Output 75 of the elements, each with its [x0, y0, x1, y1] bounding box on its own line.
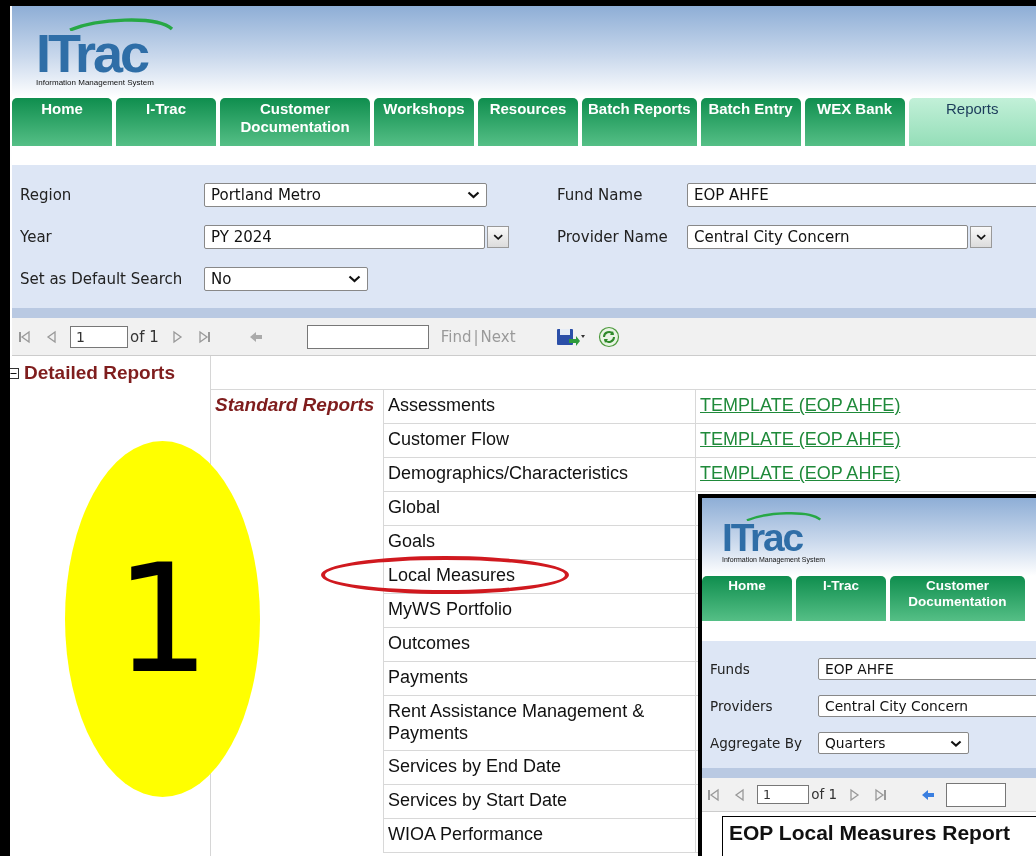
report-name[interactable]: Outcomes — [383, 628, 695, 662]
logo-wordmark: ITrac — [36, 31, 148, 77]
page-count: of 1 — [130, 327, 159, 346]
nav-tab[interactable]: I-Trac — [796, 576, 886, 621]
nav-tab[interactable]: I-Trac — [116, 98, 216, 146]
back-arrow-icon[interactable] — [920, 788, 935, 801]
first-page-icon[interactable] — [707, 787, 722, 802]
last-page-icon[interactable] — [196, 329, 211, 344]
nav-tab[interactable]: Customer Documentation — [220, 98, 370, 146]
combo-field[interactable]: PY 2024 — [204, 225, 485, 249]
report-name[interactable]: Rent Assistance Management & Payments — [383, 696, 695, 752]
report-name[interactable]: WIOA Performance — [383, 819, 695, 854]
report-name[interactable]: Local Measures — [383, 560, 695, 594]
page-count: of 1 — [811, 786, 838, 803]
field-label: Region — [20, 186, 73, 204]
field-label: Fund Name — [557, 186, 644, 204]
chevron-down-icon — [492, 233, 504, 241]
report-name[interactable]: MyWS Portfolio — [383, 594, 695, 628]
save-icon[interactable] — [555, 326, 586, 347]
nav-tab[interactable]: Batch Entry — [700, 98, 801, 146]
dropdown[interactable]: Portland Metro — [204, 183, 487, 207]
nav-tab[interactable]: Reports — [908, 98, 1036, 146]
find-field[interactable] — [306, 324, 429, 349]
report-name[interactable]: Goals — [383, 526, 695, 560]
field-label: Aggregate By — [710, 735, 803, 752]
dropdown[interactable]: No — [204, 267, 368, 291]
report-name[interactable]: Services by End Date — [383, 751, 695, 786]
group-label: Standard Reports — [215, 394, 375, 415]
last-page-icon[interactable] — [872, 787, 887, 802]
dropdown[interactable]: Quarters — [818, 732, 969, 755]
chevron-down-icon — [949, 739, 962, 747]
combo-field[interactable]: Central City Concern — [687, 225, 968, 249]
first-page-icon[interactable] — [18, 329, 32, 344]
field-label: Set as Default Search — [20, 270, 184, 288]
page-number-field[interactable]: 1 — [757, 784, 810, 805]
nav-tab[interactable]: WEX Bank — [804, 98, 905, 146]
nav-tab[interactable]: Home — [12, 98, 112, 146]
report-name[interactable]: Demographics/Characteristics — [383, 458, 695, 492]
step-number-badge: 1 — [65, 441, 260, 797]
logo-wordmark: ITrac — [722, 521, 802, 555]
page-number-field[interactable]: 1 — [70, 325, 128, 348]
refresh-icon[interactable] — [597, 325, 620, 348]
find-field[interactable] — [945, 782, 1006, 807]
nav-tab[interactable]: Batch Reports — [582, 98, 697, 146]
report-name[interactable]: Payments — [383, 662, 695, 696]
nav-tab[interactable]: Customer Documentation — [890, 576, 1025, 621]
collapse-icon[interactable] — [10, 367, 19, 379]
template-link[interactable]: TEMPLATE (EOP AHFE) — [700, 463, 901, 483]
field-label: Year — [20, 228, 53, 246]
text-field[interactable]: EOP AHFE — [687, 183, 1036, 207]
back-arrow-icon[interactable] — [248, 330, 263, 343]
field-label: Provider Name — [557, 228, 669, 246]
nav-tab[interactable]: Resources — [478, 98, 578, 146]
report-name[interactable]: Assessments — [383, 390, 695, 424]
report-title: EOP Local Measures Report — [729, 821, 1010, 844]
text-field[interactable]: Central City Concern — [818, 695, 1036, 718]
swoosh-icon — [66, 17, 176, 32]
report-name[interactable]: Services by Start Date — [383, 785, 695, 820]
dropdown-button[interactable] — [970, 226, 992, 248]
template-link[interactable]: TEMPLATE (EOP AHFE) — [700, 429, 901, 449]
nav-tab[interactable]: Workshops — [374, 98, 474, 146]
dropdown-button[interactable] — [487, 226, 509, 248]
chevron-down-icon — [975, 233, 987, 241]
report-name[interactable]: Global — [383, 492, 695, 526]
separator: | — [473, 327, 479, 346]
logo-tagline: Information Management System — [36, 78, 154, 87]
nav-tab[interactable]: Home — [702, 576, 792, 621]
chevron-down-icon — [467, 191, 480, 199]
chevron-down-icon — [348, 275, 361, 283]
template-link[interactable]: TEMPLATE (EOP AHFE) — [700, 395, 901, 415]
text-field[interactable]: EOP AHFE — [818, 658, 1036, 681]
report-name[interactable]: Customer Flow — [383, 424, 695, 458]
tree-heading[interactable]: Detailed Reports — [24, 362, 175, 384]
field-label: Funds — [710, 661, 751, 678]
field-label: Providers — [710, 698, 774, 715]
